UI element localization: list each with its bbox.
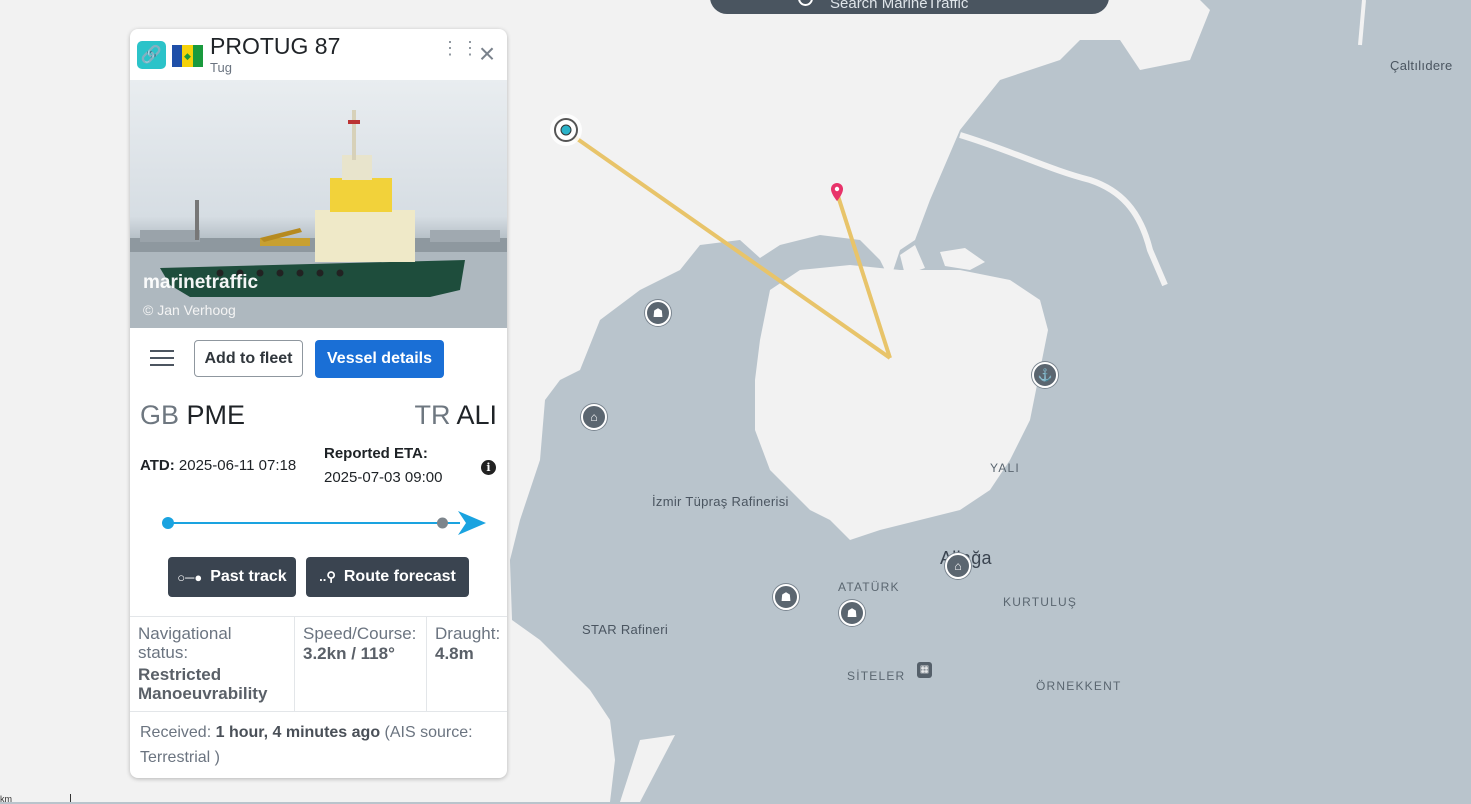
voyage-progress <box>162 511 486 535</box>
search-bar[interactable]: Search MarineTraffic <box>710 0 1109 14</box>
arrival-port[interactable]: TR ALI <box>414 400 497 431</box>
vessel-photo[interactable]: marinetraffic © Jan Verhoog <box>130 80 507 328</box>
close-icon[interactable]: × <box>474 39 500 69</box>
place-label: STAR Rafineri <box>582 622 669 637</box>
vessel-details-button[interactable]: Vessel details <box>315 340 444 378</box>
received-label: Received: <box>140 724 212 741</box>
add-to-fleet-button[interactable]: Add to fleet <box>194 340 303 377</box>
progress-arrow <box>458 511 486 535</box>
flag-icon: ◆ <box>172 45 203 67</box>
photo-watermark: marinetraffic <box>143 272 259 293</box>
place-label: İzmir Tüpraş Rafinerisi <box>652 494 789 509</box>
photo-credit: © Jan Verhoog <box>143 302 236 318</box>
nav-status-value: Restricted Manoeuvrability <box>138 665 268 703</box>
vessel-type: Tug <box>210 60 232 75</box>
nav-status-label: Navigational status: <box>138 624 232 662</box>
atd-value: 2025-06-11 07:18 <box>178 457 297 474</box>
progress-position-dot <box>436 517 448 529</box>
departure-port[interactable]: GB PME <box>140 400 245 431</box>
market-basket-icon[interactable]: ⌂ <box>581 404 607 430</box>
place-label: ATATÜRK <box>838 580 900 594</box>
route-forecast-label: Route forecast <box>343 568 456 585</box>
nav-status: Navigational status: Restricted Manoeuvr… <box>130 617 295 711</box>
past-track-label: Past track <box>210 568 287 585</box>
link-icon[interactable]: 🔗 <box>137 41 166 69</box>
vessel-marker[interactable] <box>550 114 582 146</box>
draught-value: 4.8m <box>435 644 474 663</box>
place-label: Çaltılıdere <box>1390 58 1453 73</box>
departure-port-code: PME <box>186 400 246 430</box>
panel-header: 🔗 ◆ PROTUG 87 Tug ⋮⋮ × <box>130 29 507 80</box>
speed-course: Speed/Course: 3.2kn / 118° <box>295 617 427 711</box>
arrival-country: TR <box>414 400 451 430</box>
speed-course-value: 3.2kn / 118° <box>303 644 395 663</box>
drag-handle-icon[interactable]: ⋮⋮ <box>441 39 479 67</box>
track-icon: ○─● <box>177 569 203 585</box>
place-label: KURTULUŞ <box>1003 595 1078 609</box>
draught-label: Draught: <box>435 624 501 643</box>
vessel-name: PROTUG 87 <box>210 33 341 59</box>
map-scale: km <box>0 794 71 804</box>
port-crane-icon[interactable]: ⚓ <box>1032 362 1058 388</box>
info-icon[interactable]: i <box>481 460 496 475</box>
received-time: 1 hour, 4 minutes ago <box>215 724 381 741</box>
eta-label: Reported ETA: <box>324 445 428 462</box>
map-scale-label: km <box>0 794 12 804</box>
search-icon <box>798 0 813 6</box>
atd: ATD: 2025-06-11 07:18 <box>140 457 296 474</box>
draught: Draught: 4.8m <box>427 617 507 711</box>
place-label: YALI <box>990 461 1020 475</box>
worship-poi-icon[interactable]: ☗ <box>839 600 865 626</box>
past-track-button[interactable]: ○─● Past track <box>168 557 296 597</box>
progress-start-dot <box>162 517 174 529</box>
place-label: ÖRNEKKENT <box>1036 679 1122 693</box>
stats-row: Navigational status: Restricted Manoeuvr… <box>130 616 507 712</box>
panel-toolbar: Add to fleet Vessel details <box>130 328 507 390</box>
worship-poi-icon[interactable]: ☗ <box>645 300 671 326</box>
menu-icon[interactable] <box>150 350 174 366</box>
arrival-port-code: ALI <box>456 400 497 430</box>
speed-course-label: Speed/Course: <box>303 624 417 643</box>
worship-poi-icon[interactable]: ☗ <box>773 584 799 610</box>
eta-value: 2025-07-03 09:00 <box>324 469 443 486</box>
departure-country: GB <box>140 400 180 430</box>
search-input[interactable]: Search MarineTraffic <box>830 0 968 12</box>
market-basket-icon[interactable]: ⌂ <box>945 553 971 579</box>
place-label: SİTELER <box>847 669 906 683</box>
vessel-panel: 🔗 ◆ PROTUG 87 Tug ⋮⋮ × marinetraffic © J… <box>130 29 507 778</box>
route-forecast-button[interactable]: ..⚲ Route forecast <box>306 557 469 597</box>
received-info: Received: 1 hour, 4 minutes ago (AIS sou… <box>140 720 500 770</box>
atd-label: ATD: <box>140 457 175 474</box>
route-pin-icon: ..⚲ <box>319 569 336 584</box>
train-station-icon[interactable]: ▦ <box>917 662 932 678</box>
